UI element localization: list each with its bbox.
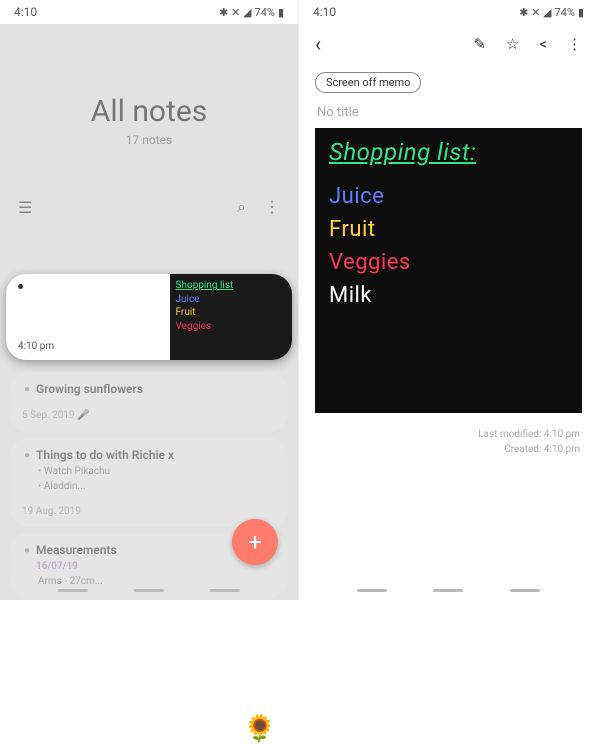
note-metadata: Last modified: 4:10 pm Created: 4:10 pm <box>299 413 598 471</box>
notes-list-screen: 4:10 ✱ ✕ ◢ 74% ▮ All notes 17 notes ☰ ⌕ … <box>0 0 299 600</box>
left-content: All notes 17 notes ☰ ⌕ ⋮ 4:10 pm Shoppin… <box>0 24 298 600</box>
edit-icon[interactable]: ✎ <box>473 35 486 53</box>
status-icons: ✱ ✕ ◢ 74% ▮ <box>219 6 284 19</box>
drawing-canvas[interactable]: Shopping list: Juice Fruit Veggies Milk <box>315 128 582 413</box>
more-icon[interactable]: ⋮ <box>567 35 582 53</box>
nav-home[interactable] <box>134 589 164 592</box>
nav-recent[interactable] <box>58 589 88 592</box>
system-nav <box>0 580 298 600</box>
hand-text: Fruit <box>329 217 568 242</box>
detail-toolbar: ‹ ✎ ☆ < ⋮ <box>299 24 598 64</box>
status-icons: ✱ ✕ ◢ 74% ▮ <box>519 6 584 19</box>
status-bar: 4:10 ✱ ✕ ◢ 74% ▮ <box>0 0 298 24</box>
system-nav <box>299 580 598 600</box>
note-detail-screen: 4:10 ✱ ✕ ◢ 74% ▮ ‹ ✎ ☆ < ⋮ Screen off me… <box>299 0 598 600</box>
last-modified: Last modified: 4:10 pm <box>317 427 580 442</box>
nav-home[interactable] <box>433 589 463 592</box>
nav-back[interactable] <box>510 589 540 592</box>
status-bar: 4:10 ✱ ✕ ◢ 74% ▮ <box>299 0 598 24</box>
clock: 4:10 <box>14 5 37 19</box>
hand-text: Shopping list: <box>329 138 568 166</box>
note-thumbnail: Shopping list Juice Fruit Veggies <box>170 274 292 360</box>
new-note-preview-card[interactable]: 4:10 pm Shopping list Juice Fruit Veggie… <box>6 274 292 360</box>
favorite-icon[interactable]: ☆ <box>506 35 519 53</box>
nav-recent[interactable] <box>357 589 387 592</box>
nav-back[interactable] <box>210 589 240 592</box>
sunflower-icon: 🌻 <box>244 714 276 744</box>
clock: 4:10 <box>313 5 336 19</box>
add-note-button[interactable]: + <box>232 519 278 565</box>
created: Created: 4:10 pm <box>317 442 580 457</box>
unread-dot-icon <box>18 284 23 289</box>
hand-text: Veggies <box>329 250 568 275</box>
hand-text: Juice <box>329 184 568 209</box>
note-time: 4:10 pm <box>18 341 54 352</box>
hand-text: Milk <box>329 283 568 308</box>
back-icon[interactable]: ‹ <box>315 32 321 56</box>
share-icon[interactable]: < <box>539 35 547 53</box>
note-title-placeholder[interactable]: No title <box>299 101 598 128</box>
screen-off-memo-chip[interactable]: Screen off memo <box>315 72 421 93</box>
